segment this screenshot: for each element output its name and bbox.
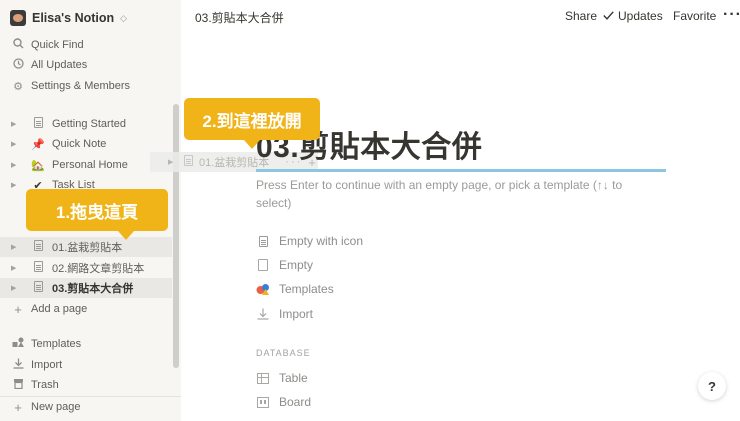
option-label: Templates: [279, 282, 334, 296]
import-icon: [256, 308, 270, 320]
import-icon: [11, 358, 25, 372]
sidebar-item-label: Quick Find: [31, 39, 84, 51]
updates-button[interactable]: Updates: [603, 9, 663, 23]
document-icon: [184, 155, 193, 169]
more-options-icon[interactable]: ···: [723, 6, 740, 24]
favorite-button[interactable]: Favorite: [673, 9, 716, 23]
sidebar-item-label: Settings & Members: [31, 80, 131, 92]
sidebar-page-personal-home[interactable]: ▶ 🏡 Personal Home: [0, 155, 172, 175]
drop-indicator: [256, 169, 666, 172]
expand-triangle-icon[interactable]: ▶: [11, 181, 21, 189]
breadcrumb[interactable]: 03.剪貼本大合併: [195, 9, 284, 26]
sidebar-item-quick-find[interactable]: Quick Find: [0, 35, 172, 55]
templates-icon: [256, 283, 270, 295]
gear-icon: ⚙: [13, 80, 23, 93]
database-section-label: DATABASE: [256, 348, 311, 358]
expand-triangle-icon: ▶: [168, 159, 174, 166]
option-import[interactable]: Import: [256, 305, 313, 323]
updates-label: Updates: [618, 9, 663, 23]
sidebar-item-label: Templates: [31, 338, 82, 350]
pushpin-icon: 📌: [31, 138, 45, 151]
document-icon: [30, 117, 46, 131]
help-button[interactable]: ?: [698, 372, 726, 400]
sidebar-item-label: All Updates: [31, 59, 88, 71]
sidebar-item-all-updates[interactable]: All Updates: [0, 55, 172, 75]
workspace-avatar-icon: [10, 10, 26, 26]
callout-drag-this-page: 1.拖曳這頁: [26, 189, 168, 240]
option-table[interactable]: Table: [256, 369, 308, 387]
expand-triangle-icon[interactable]: ▶: [11, 120, 21, 128]
sidebar-item-label: 02.網路文章剪貼本: [52, 263, 145, 275]
sidebar-item-trash[interactable]: Trash: [0, 375, 172, 395]
option-board[interactable]: Board: [256, 393, 311, 411]
sidebar-item-label: Getting Started: [52, 118, 126, 130]
option-label: Empty: [279, 258, 314, 272]
blank-page-icon: [256, 259, 270, 271]
board-icon: [256, 396, 270, 408]
option-empty[interactable]: Empty: [256, 256, 313, 274]
clock-icon: [11, 58, 25, 72]
new-page-button[interactable]: + New page: [0, 397, 172, 417]
option-label: Empty with icon: [279, 234, 364, 248]
checkmark-icon: [603, 9, 614, 23]
house-icon: 🏡: [31, 159, 45, 172]
sidebar-page-quick-note[interactable]: ▶ 📌 Quick Note: [0, 134, 172, 154]
sidebar-scrollbar[interactable]: [173, 104, 179, 368]
sidebar-item-templates[interactable]: Templates: [0, 334, 172, 354]
expand-triangle-icon[interactable]: ▶: [11, 161, 21, 169]
new-page-label: New page: [31, 401, 81, 413]
option-templates[interactable]: Templates: [256, 280, 334, 298]
table-icon: [256, 372, 270, 384]
share-button[interactable]: Share: [565, 9, 597, 23]
option-label: Board: [279, 395, 312, 409]
sidebar-page-web-article-scrapbook[interactable]: ▶ 02.網路文章剪貼本: [0, 258, 172, 278]
expand-triangle-icon[interactable]: ▶: [11, 264, 21, 272]
document-icon: [256, 235, 270, 247]
expand-triangle-icon[interactable]: ▶: [11, 243, 21, 251]
document-icon: [30, 240, 46, 254]
plus-icon: +: [14, 399, 22, 415]
sidebar-page-bonsai-scrapbook[interactable]: ▶ 01.盆栽剪貼本: [0, 237, 172, 257]
workspace-name: Elisa's Notion: [32, 11, 115, 25]
callout-drop-here: 2.到這裡放開: [184, 98, 320, 149]
add-page-label: Add a page: [31, 303, 88, 315]
sidebar-item-import[interactable]: Import: [0, 355, 172, 375]
chevron-updown-icon: ◇: [120, 12, 128, 23]
empty-page-hint: Press Enter to continue with an empty pa…: [256, 178, 623, 210]
sidebar-item-settings[interactable]: ⚙ Settings & Members: [0, 76, 172, 96]
sidebar-item-label: Trash: [31, 379, 59, 391]
option-label: Table: [279, 371, 308, 385]
search-icon: [11, 38, 25, 52]
add-page-button[interactable]: + Add a page: [0, 299, 172, 319]
sidebar-page-scrapbook-merge[interactable]: ▶ 03.剪貼本大合併: [0, 278, 172, 298]
trash-icon: [11, 378, 25, 392]
sidebar-page-getting-started[interactable]: ▶ Getting Started: [0, 114, 172, 134]
expand-triangle-icon[interactable]: ▶: [11, 284, 21, 292]
sidebar-item-label: Personal Home: [52, 159, 128, 171]
sidebar-item-label: 01.盆栽剪貼本: [52, 242, 123, 254]
document-icon: [30, 261, 46, 275]
expand-triangle-icon[interactable]: ▶: [11, 140, 21, 148]
sidebar-item-label: Quick Note: [52, 138, 107, 150]
document-icon: [30, 281, 46, 295]
sidebar-item-label: Import: [31, 359, 63, 371]
option-label: Import: [279, 307, 314, 321]
templates-icon: [11, 337, 25, 351]
sidebar-item-label: 03.剪貼本大合併: [52, 283, 134, 295]
option-empty-with-icon[interactable]: Empty with icon: [256, 232, 363, 250]
workspace-switcher[interactable]: Elisa's Notion ◇: [10, 8, 127, 28]
plus-icon: +: [14, 301, 22, 317]
